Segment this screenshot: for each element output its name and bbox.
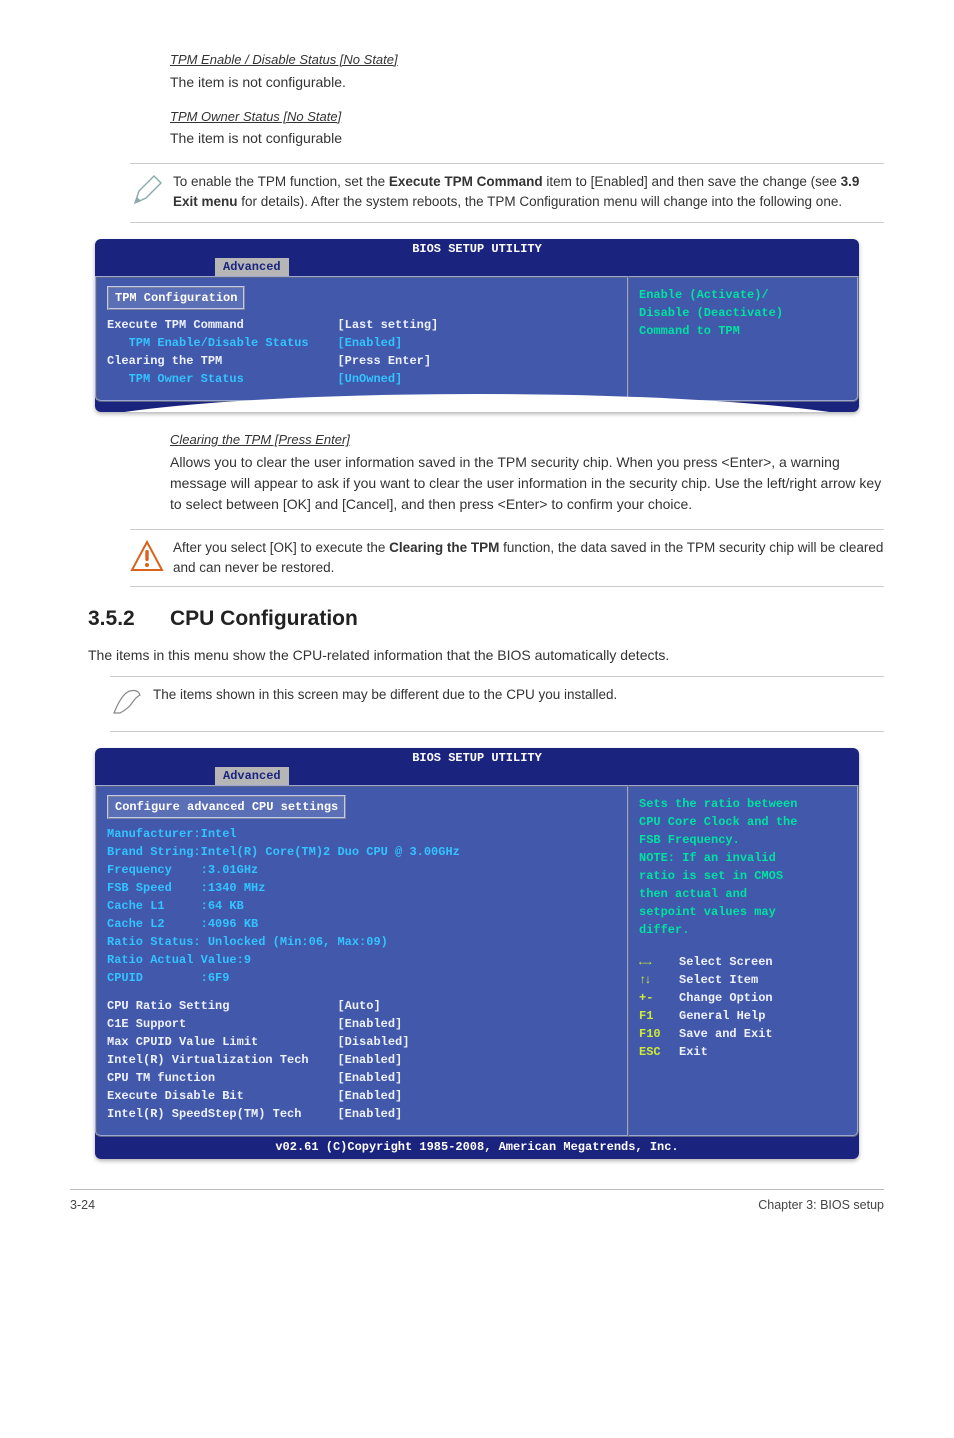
- bios-info-row: Ratio Actual Value:9: [107, 951, 617, 969]
- arrows-lr-icon: [639, 953, 671, 971]
- arrows-ud-icon: [639, 971, 671, 989]
- section-heading: 3.5.2 CPU Configuration: [88, 603, 884, 635]
- help-key-row: Select Screen: [639, 953, 847, 971]
- key-label: +-: [639, 989, 671, 1007]
- bios-setting-row: Execute TPM Command [Last setting]: [107, 316, 617, 334]
- help-key-row: F1 General Help: [639, 1007, 847, 1025]
- bios-info-row: Ratio Status: Unlocked (Min:06, Max:09): [107, 933, 617, 951]
- subheading: TPM Owner Status [No State]: [170, 107, 884, 127]
- bios-info-row: Frequency :3.01GHz: [107, 861, 617, 879]
- chapter-name: Chapter 3: BIOS setup: [758, 1196, 884, 1215]
- bios-title: BIOS SETUP UTILITY: [412, 751, 542, 765]
- bios-info-row: Manufacturer:Intel: [107, 825, 617, 843]
- bios-setting-row: Intel(R) Virtualization Tech [Enabled]: [107, 1051, 617, 1069]
- note-text: The items shown in this screen may be di…: [153, 685, 617, 705]
- section-number: 3.5.2: [88, 603, 170, 635]
- bios-footer: v02.61 (C)Copyright 1985-2008, American …: [95, 1137, 859, 1159]
- bios-info-row: Brand String:Intel(R) Core(TM)2 Duo CPU …: [107, 843, 617, 861]
- bios-settings-list: CPU Ratio Setting [Auto]C1E Support [Ena…: [107, 997, 617, 1123]
- note-block: To enable the TPM function, set the Exec…: [130, 163, 884, 223]
- key-description: General Help: [679, 1007, 765, 1025]
- key-label: F10: [639, 1025, 671, 1043]
- subheading: Clearing the TPM [Press Enter]: [170, 430, 884, 450]
- intro-text: The items in this menu show the CPU-rela…: [88, 645, 884, 666]
- note-text: To enable the TPM function, set the Exec…: [173, 172, 884, 213]
- bios-info-row: Cache L1 :64 KB: [107, 897, 617, 915]
- key-description: Select Item: [679, 971, 758, 989]
- warning-block: After you select [OK] to execute the Cle…: [130, 529, 884, 588]
- bios-setting-row: Clearing the TPM [Press Enter]: [107, 352, 617, 370]
- note-text: After you select [OK] to execute the Cle…: [173, 538, 884, 579]
- key-label: F1: [639, 1007, 671, 1025]
- clearing-tpm-block: Clearing the TPM [Press Enter] Allows yo…: [170, 430, 884, 515]
- key-description: Change Option: [679, 989, 773, 1007]
- tpm-enable-status-block: TPM Enable / Disable Status [No State] T…: [170, 50, 884, 93]
- key-description: Select Screen: [679, 953, 773, 971]
- bios-screen-tpm: BIOS SETUP UTILITY Advanced TPM Configur…: [95, 239, 859, 412]
- bios-setting-row: CPU Ratio Setting [Auto]: [107, 997, 617, 1015]
- bios-setting-row: Execute Disable Bit [Enabled]: [107, 1087, 617, 1105]
- bios-setting-row: C1E Support [Enabled]: [107, 1015, 617, 1033]
- bios-screen-cpu: BIOS SETUP UTILITY Advanced Configure ad…: [95, 748, 859, 1159]
- body-text: Allows you to clear the user information…: [170, 452, 884, 515]
- page-number: 3-24: [70, 1196, 95, 1215]
- bios-info-row: CPUID :6F9: [107, 969, 617, 987]
- bios-setting-row: Max CPUID Value Limit [Disabled]: [107, 1033, 617, 1051]
- bios-title: BIOS SETUP UTILITY: [412, 242, 542, 256]
- warning-icon: [130, 538, 165, 578]
- bios-help-text: Sets the ratio between CPU Core Clock an…: [639, 795, 847, 939]
- page-footer: 3-24 Chapter 3: BIOS setup: [70, 1189, 884, 1215]
- help-key-row: ESC Exit: [639, 1043, 847, 1061]
- bios-help-text: Enable (Activate)/ Disable (Deactivate) …: [639, 286, 847, 340]
- section-title: CPU Configuration: [170, 603, 358, 635]
- hand-note-icon: [110, 685, 145, 723]
- bios-settings-list: Execute TPM Command [Last setting] TPM E…: [107, 316, 617, 388]
- help-key-row: F10 Save and Exit: [639, 1025, 847, 1043]
- key-label: ESC: [639, 1043, 671, 1061]
- bios-tab-advanced: Advanced: [215, 767, 289, 785]
- help-key-row: +- Change Option: [639, 989, 847, 1007]
- body-text: The item is not configurable.: [170, 72, 884, 93]
- key-description: Save and Exit: [679, 1025, 773, 1043]
- help-key-row: Select Item: [639, 971, 847, 989]
- body-text: The item is not configurable: [170, 128, 884, 149]
- bios-static-info: Manufacturer:IntelBrand String:Intel(R) …: [107, 825, 617, 987]
- bios-info-row: FSB Speed :1340 MHz: [107, 879, 617, 897]
- note-block: The items shown in this screen may be di…: [110, 676, 884, 732]
- tpm-owner-status-block: TPM Owner Status [No State] The item is …: [170, 107, 884, 150]
- key-description: Exit: [679, 1043, 708, 1061]
- pencil-icon: [130, 172, 165, 214]
- bios-info-row: Cache L2 :4096 KB: [107, 915, 617, 933]
- bios-help-keys: Select ScreenSelect Item+-Change OptionF…: [639, 953, 847, 1061]
- bios-setting-row: TPM Owner Status [UnOwned]: [107, 370, 617, 388]
- bios-setting-row: Intel(R) SpeedStep(TM) Tech [Enabled]: [107, 1105, 617, 1123]
- bios-setting-row: CPU TM function [Enabled]: [107, 1069, 617, 1087]
- bios-setting-row: TPM Enable/Disable Status [Enabled]: [107, 334, 617, 352]
- bios-box-title: TPM Configuration: [107, 286, 245, 310]
- bios-tab-advanced: Advanced: [215, 258, 289, 276]
- bios-box-title: Configure advanced CPU settings: [107, 795, 346, 819]
- subheading: TPM Enable / Disable Status [No State]: [170, 50, 884, 70]
